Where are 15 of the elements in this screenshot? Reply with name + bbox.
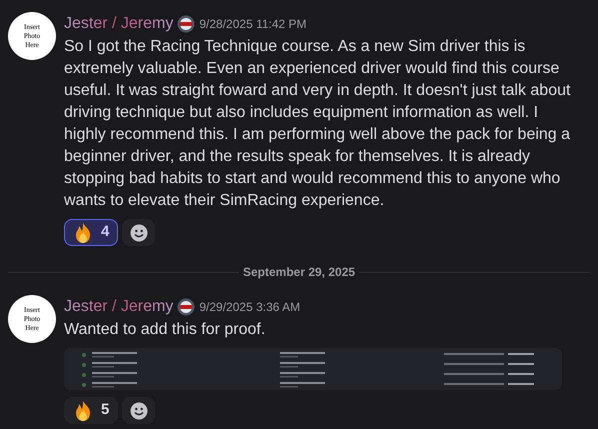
smiley-icon xyxy=(130,402,148,420)
badge-icon xyxy=(177,298,196,316)
timestamp: 9/29/2025 3:36 AM xyxy=(199,299,300,316)
message-text: So I got the Racing Technique course. As a new Sim driver this is extremely valuable. Even an experienced driver would find this course useful. It was straight foward and very in depth. It doesn't just talk about driving technique but also includes equipment information as well. I highly recommend this. I am performing well above the pack for being a beginner driver, and the results speak for themselves. It is already stopping bad habits to start and would recommend this to anyone who wants to elevate their SimRacing experience. xyxy=(64,37,572,211)
message-text: Wanted to add this for proof. xyxy=(64,320,266,340)
add-reaction-button[interactable] xyxy=(122,219,156,246)
fire-icon xyxy=(73,400,93,422)
badge-icon xyxy=(177,15,196,33)
reaction-button[interactable]: 4 xyxy=(64,219,118,246)
timestamp: 9/28/2025 11:42 PM xyxy=(199,16,307,33)
fire-icon xyxy=(73,222,93,244)
date-divider: September 29, 2025 xyxy=(242,264,356,281)
reaction-button[interactable]: 5 xyxy=(64,397,118,424)
smiley-icon xyxy=(130,224,148,242)
add-reaction-button[interactable] xyxy=(122,397,156,424)
